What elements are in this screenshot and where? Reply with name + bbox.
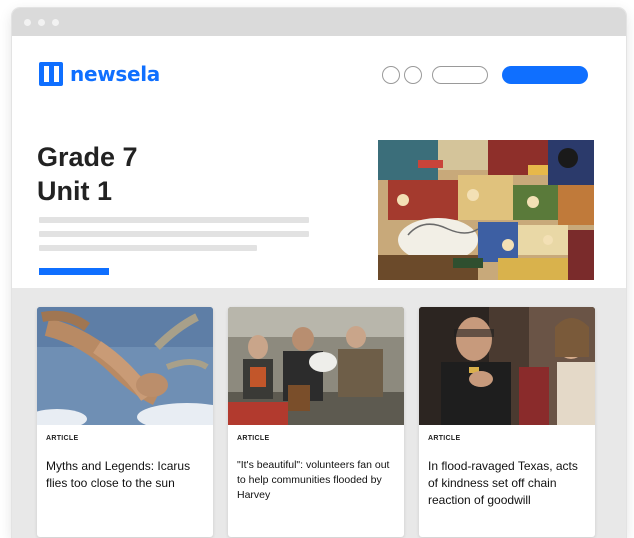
newsela-logo[interactable]: newsela: [39, 62, 160, 86]
page-title-line1: Grade 7: [37, 142, 138, 172]
card-title[interactable]: Myths and Legends: Icarus flies too clos…: [46, 458, 204, 492]
texas-kindness-image: [419, 307, 595, 425]
card-type-label: ARTICLE: [428, 435, 461, 442]
article-card[interactable]: ARTICLE In flood-ravaged Texas, acts of …: [419, 307, 595, 537]
logo-text: newsela: [70, 62, 160, 86]
unit-hero-image: [378, 140, 594, 280]
window-close-dot[interactable]: [24, 18, 31, 26]
harvey-volunteers-image: [228, 307, 404, 425]
page-title: Grade 7 Unit 1: [37, 140, 138, 208]
primary-pill-button[interactable]: [502, 66, 588, 84]
header-controls: [382, 66, 588, 84]
newsela-logo-icon: [39, 62, 63, 86]
description-placeholder-line: [39, 217, 309, 223]
browser-window: newsela Grade 7 Unit 1 ARTICLE Myths and…: [12, 8, 626, 538]
window-minimize-dot[interactable]: [38, 18, 45, 26]
article-card[interactable]: ARTICLE Myths and Legends: Icarus flies …: [37, 307, 213, 537]
window-titlebar: [12, 8, 626, 36]
nav-circle-button-1[interactable]: [382, 66, 400, 84]
page-title-line2: Unit 1: [37, 176, 113, 206]
unit-header: newsela Grade 7 Unit 1: [12, 36, 626, 288]
description-placeholder-line: [39, 245, 257, 251]
hero-painting-image: [378, 140, 594, 280]
card-type-label: ARTICLE: [46, 435, 79, 442]
icarus-painting-image: [37, 307, 213, 425]
card-title[interactable]: In flood-ravaged Texas, acts of kindness…: [428, 458, 586, 509]
window-maximize-dot[interactable]: [52, 18, 59, 26]
card-type-label: ARTICLE: [237, 435, 270, 442]
nav-circle-button-2[interactable]: [404, 66, 422, 84]
article-cards-section: ARTICLE Myths and Legends: Icarus flies …: [12, 288, 626, 538]
description-placeholder-line: [39, 231, 309, 237]
secondary-pill-button[interactable]: [432, 66, 488, 84]
card-title[interactable]: "It's beautiful": volunteers fan out to …: [237, 458, 395, 503]
accent-bar: [39, 268, 109, 275]
article-card[interactable]: ARTICLE "It's beautiful": volunteers fan…: [228, 307, 404, 537]
